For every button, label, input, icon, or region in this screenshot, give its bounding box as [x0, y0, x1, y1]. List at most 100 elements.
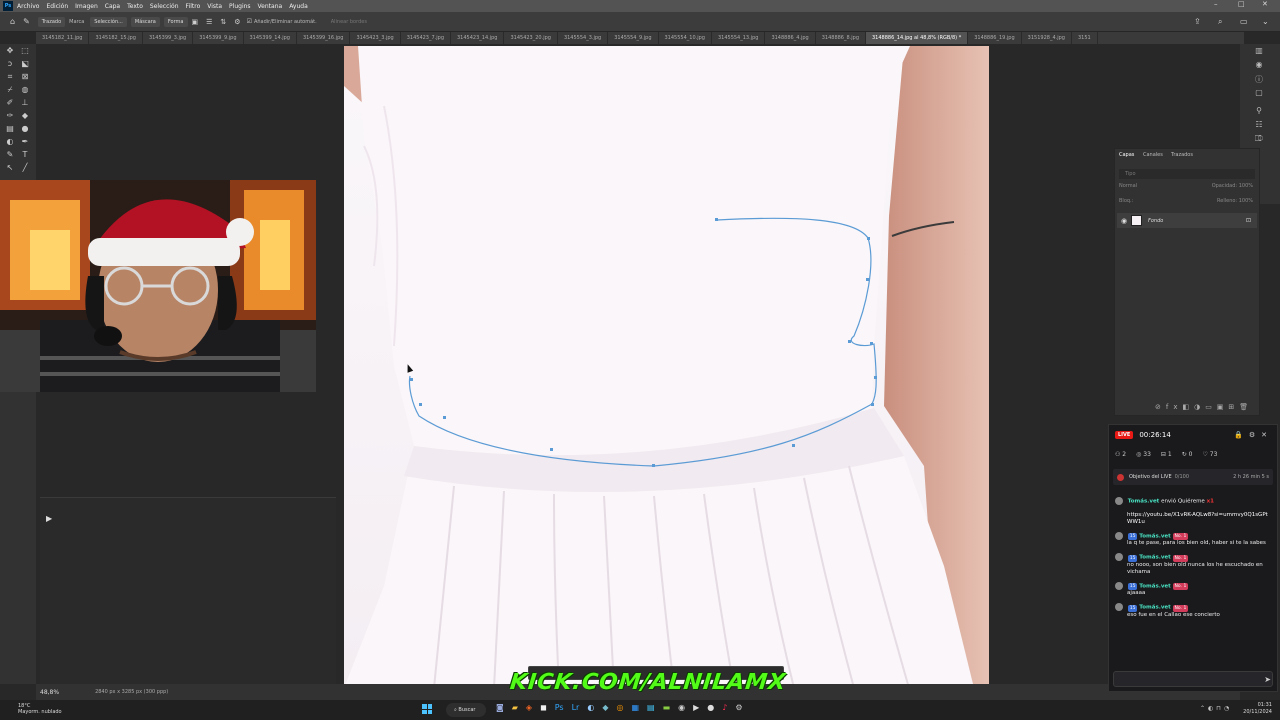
chat-username[interactable]: Tomás.vet	[1139, 583, 1171, 589]
app-icon[interactable]: ◆	[602, 703, 608, 712]
layer-row-fondo[interactable]: ◉ Fondo ⊡	[1117, 213, 1257, 228]
tab-document[interactable]: 3148886_8.jpg	[816, 32, 866, 44]
crop-tool-icon[interactable]: ⌗	[5, 72, 15, 82]
type-tool-icon[interactable]: T	[20, 150, 30, 160]
tab-document[interactable]: 3145554_10.jpg	[659, 32, 712, 44]
stream-header-icons[interactable]: 🔒⚙✕	[1234, 431, 1273, 439]
history-brush-icon[interactable]: ✑	[5, 111, 15, 121]
search-icon[interactable]: ⌕	[1218, 17, 1222, 27]
selection-button[interactable]: Selección...	[90, 16, 127, 27]
tab-document[interactable]: 3145182_15.jpg	[89, 32, 143, 44]
live-goal-bar[interactable]: Objetivo del LIVE 0/100 2 h 26 min 5 s	[1113, 469, 1273, 485]
send-icon[interactable]: ➤	[1264, 675, 1271, 684]
stamp-tool-icon[interactable]: ⊥	[20, 98, 30, 108]
menu-plugins[interactable]: Plugins	[229, 3, 251, 10]
tab-document[interactable]: 3145423_3.jpg	[350, 32, 401, 44]
menu-seleccion[interactable]: Selección	[150, 3, 179, 10]
tab-document[interactable]: 3145182_11.jpg	[36, 32, 90, 44]
libraries-icon[interactable]: ▥	[1252, 46, 1266, 58]
chat-username[interactable]: Tomás.vet	[1139, 605, 1171, 611]
tool-preset-dropdown[interactable]: Trazado	[37, 16, 66, 27]
properties-icon[interactable]: ☷	[1252, 120, 1266, 132]
blend-mode-dropdown[interactable]: Normal	[1119, 183, 1137, 189]
gear-icon[interactable]: ⚙	[234, 18, 240, 26]
chat-username[interactable]: Tomás.vet	[1128, 499, 1160, 505]
tab-document[interactable]: 3145423_7.jpg	[401, 32, 451, 44]
gradient-tool-icon[interactable]: ▤	[5, 124, 15, 134]
tab-canales[interactable]: Canales	[1143, 152, 1163, 158]
menu-ventana[interactable]: Ventana	[258, 3, 283, 10]
tab-document[interactable]: 3145423_20.jpg	[504, 32, 558, 44]
tab-document[interactable]: 3145399_14.jpg	[244, 32, 297, 44]
brush-tool-icon[interactable]: ✐	[5, 98, 15, 108]
chevron-down-icon[interactable]: ⌄	[1262, 17, 1269, 26]
path-ops-icon[interactable]: ▣	[192, 18, 199, 26]
color-icon[interactable]: ◉	[1252, 60, 1266, 72]
menu-filtro[interactable]: Filtro	[186, 3, 201, 10]
pen-tool-icon[interactable]: ✎	[5, 150, 15, 160]
system-tray-icons[interactable]: ⌃◐⊓◔	[1200, 705, 1232, 712]
chat-username[interactable]: Tomás.vet	[1139, 555, 1171, 561]
workspace-icon[interactable]: ▭	[1240, 17, 1248, 26]
shape-button[interactable]: Forma	[163, 16, 188, 27]
menu-ayuda[interactable]: Ayuda	[289, 3, 308, 10]
maximize-button[interactable]: □	[1238, 0, 1245, 8]
pen-tool-icon[interactable]: ✎	[23, 17, 30, 26]
align-edges-label[interactable]: Alinear bordes	[331, 19, 367, 25]
dodge-tool-icon[interactable]: ◐	[5, 137, 15, 147]
menu-capa[interactable]: Capa	[105, 3, 120, 10]
steam-icon[interactable]: ◐	[587, 703, 594, 712]
menu-vista[interactable]: Vista	[207, 3, 222, 10]
minimize-button[interactable]: –	[1214, 0, 1218, 8]
comments-icon[interactable]: ▢	[1252, 88, 1266, 100]
frame-tool-icon[interactable]: ⊠	[20, 72, 30, 82]
tab-document[interactable]: 3145423_14.jpg	[451, 32, 505, 44]
blur-tool-icon[interactable]: ●	[20, 124, 30, 134]
eye-icon[interactable]: ◉	[1117, 217, 1131, 225]
zoom-level[interactable]: 48,8%	[40, 689, 59, 696]
pen-tool-icon[interactable]: ✒	[20, 137, 30, 147]
document-canvas[interactable]	[344, 46, 989, 688]
move-tool-icon[interactable]: ✥	[5, 46, 15, 56]
file-explorer-icon[interactable]: ▰	[512, 703, 518, 712]
chat-username[interactable]: Tomás.vet	[1139, 533, 1171, 539]
lightroom-taskbar-icon[interactable]: Lr	[572, 703, 580, 712]
tab-document[interactable]: 3145554_9.jpg	[608, 32, 659, 44]
photoshop-taskbar-icon[interactable]: Ps	[555, 703, 564, 712]
app-icon[interactable]: ▶	[693, 703, 699, 712]
brush-settings-icon[interactable]: ⎄	[1252, 134, 1266, 146]
path-arrange-icon[interactable]: ⇅	[220, 18, 226, 26]
app-icon[interactable]: ●	[707, 703, 714, 712]
menu-edicion[interactable]: Edición	[46, 3, 68, 10]
app-icon[interactable]: ◼	[540, 703, 547, 712]
play-icon[interactable]: ▶	[46, 514, 52, 523]
menu-texto[interactable]: Texto	[127, 3, 143, 10]
app-icon[interactable]: ◉	[678, 703, 685, 712]
windows-start-icon[interactable]	[422, 704, 432, 714]
app-icon[interactable]: ▦	[631, 703, 639, 712]
lasso-tool-icon[interactable]: ↄ	[5, 59, 15, 69]
home-icon[interactable]: ⌂	[10, 17, 15, 26]
layer-search-input[interactable]: Tipo	[1119, 169, 1255, 179]
marquee-tool-icon[interactable]: ⬚	[20, 46, 30, 56]
taskbar-search[interactable]: ⌕ Buscar	[446, 703, 486, 717]
opacity-field[interactable]: Opacidad: 100%	[1212, 183, 1253, 189]
tab-document[interactable]: 3151	[1072, 32, 1098, 44]
tiktok-icon[interactable]: ♪	[722, 703, 727, 712]
app-icon[interactable]: ◎	[616, 703, 623, 712]
tab-document[interactable]: 3148886_19.jpg	[968, 32, 1022, 44]
camera-app-icon[interactable]: ◙	[496, 703, 504, 712]
path-select-icon[interactable]: ↖	[5, 163, 15, 173]
close-button[interactable]: ✕	[1262, 0, 1268, 8]
tab-document-active[interactable]: 3148886_14.jpg al 48,8% (RGB/8) *	[866, 32, 969, 44]
chat-link[interactable]: https://youtu.be/X1vRK-AQLw8?si=ummvy0Q1…	[1115, 512, 1273, 526]
auto-add-checkbox[interactable]: ☑	[247, 18, 252, 25]
mask-button[interactable]: Máscara	[130, 16, 160, 27]
patch-tool-icon[interactable]: ◍	[20, 85, 30, 95]
menu-archivo[interactable]: Archivo	[17, 3, 39, 10]
lock-icon[interactable]: ⊡	[1246, 217, 1251, 224]
tab-document[interactable]: 3145554_3.jpg	[558, 32, 609, 44]
tab-document[interactable]: 3148886_4.jpg	[765, 32, 816, 44]
taskbar-clock[interactable]: 01:31 20/11/2024	[1243, 702, 1272, 716]
line-tool-icon[interactable]: ╱	[20, 163, 30, 173]
